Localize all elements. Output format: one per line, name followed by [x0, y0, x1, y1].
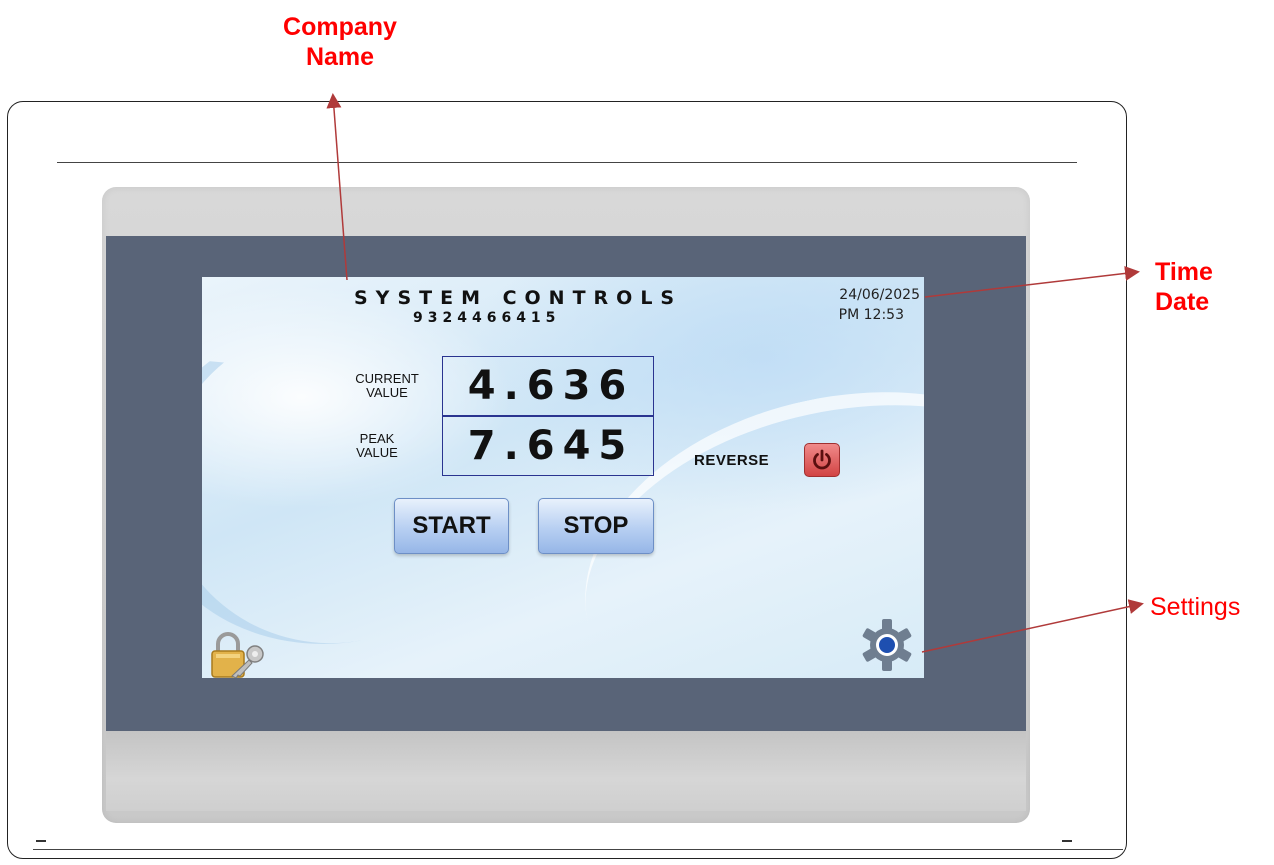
current-label-line2: VALUE [366, 385, 408, 400]
hmi-annotated-diagram: Company Name Time Date Settings SYSTEM C… [0, 0, 1274, 865]
company-phone: 9324466415 [413, 310, 561, 326]
gear-icon[interactable] [859, 617, 915, 673]
peak-label-line2: VALUE [356, 445, 398, 460]
current-value-display: 4.636 [442, 356, 654, 416]
power-icon [813, 449, 831, 470]
peak-value-display: 7.645 [442, 416, 654, 476]
frame-dash-left [36, 840, 46, 842]
peak-label-line1: PEAK [359, 431, 395, 446]
time-annotation-line2: Date [1155, 288, 1210, 316]
frame-divider-top [57, 162, 1077, 163]
start-button[interactable]: START [394, 498, 509, 554]
time-text: PM 12:53 [838, 307, 904, 323]
company-name-annotation: Company Name [270, 12, 410, 72]
company-annotation-line2: Name [305, 43, 375, 71]
current-value-label: CURRENT VALUE [342, 372, 432, 400]
current-label-line1: CURRENT [355, 371, 419, 386]
reverse-label: REVERSE [694, 452, 770, 469]
hmi-screen: SYSTEM CONTROLS 9324466415 24/06/2025 PM… [202, 277, 924, 678]
settings-annotation: Settings [1150, 593, 1241, 621]
date-text: 24/06/2025 [839, 287, 920, 303]
background-swoosh [202, 286, 550, 674]
date-time-display: 24/06/2025 PM 12:53 [839, 285, 920, 325]
time-annotation-line1: Time [1155, 258, 1213, 286]
time-date-annotation: Time Date [1155, 257, 1213, 317]
stop-button[interactable]: STOP [538, 498, 654, 554]
reverse-toggle-button[interactable] [804, 443, 840, 477]
frame-dash-right [1062, 840, 1072, 842]
company-annotation-line1: Company [283, 13, 397, 41]
company-title: SYSTEM CONTROLS [354, 287, 683, 309]
lock-key-icon[interactable] [208, 632, 268, 678]
peak-value-label: PEAK VALUE [332, 432, 422, 460]
device-bottom-trim [106, 731, 1026, 811]
frame-divider-bottom [33, 849, 1123, 850]
